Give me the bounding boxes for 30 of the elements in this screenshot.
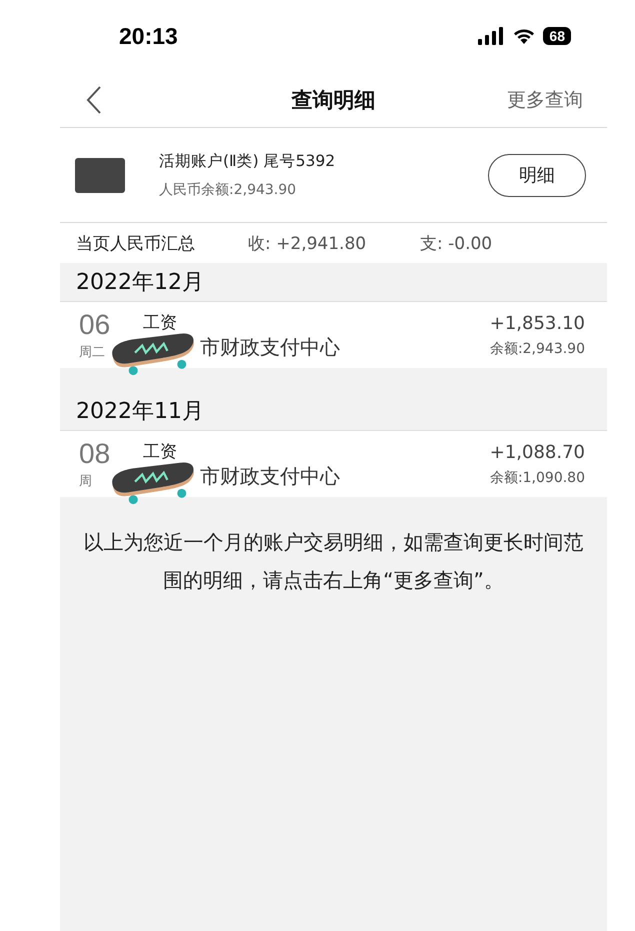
battery-icon: 68 <box>543 27 571 45</box>
transaction-payer: 市财政支付中心 <box>200 463 341 490</box>
income-total: 收: +2,941.80 <box>248 232 368 254</box>
expense-total: 支: -0.00 <box>420 232 492 254</box>
transaction-type: 工资 <box>143 441 178 463</box>
account-name: 活期账户(Ⅱ类) 尾号5392 <box>159 151 336 172</box>
account-balance: 人民币余额:2,943.90 <box>159 181 298 199</box>
transaction-row[interactable]: 08 周 工资 市财政支付中心 +1,088.70 余额:1,090.80 <box>60 431 607 497</box>
more-query-link[interactable]: 更多查询 <box>507 86 583 112</box>
transaction-day: 06 <box>79 310 143 340</box>
clock-time: 20:13 <box>119 22 178 50</box>
summary-label: 当页人民币汇总 <box>76 232 196 254</box>
detail-button[interactable]: 明细 <box>488 154 586 196</box>
transaction-type: 工资 <box>143 312 178 334</box>
info-note: 以上为您近一个月的账户交易明细，如需查询更长时间范围的明细，请点击右上角“更多查询”。 <box>82 529 584 594</box>
transaction-balance: 余额:2,943.90 <box>490 340 585 358</box>
bank-card-icon <box>75 158 125 192</box>
transaction-weekday: 周二 <box>79 344 106 360</box>
transaction-day: 08 <box>79 438 143 468</box>
back-icon <box>86 86 102 114</box>
signal-icon <box>477 27 506 45</box>
transaction-amount: +1,088.70 <box>490 442 585 462</box>
back-button[interactable] <box>86 86 102 114</box>
transaction-balance: 余额:1,090.80 <box>490 468 585 486</box>
wifi-icon <box>513 27 536 45</box>
page-title: 查询明细 <box>292 86 376 114</box>
transaction-weekday: 周 <box>79 472 93 490</box>
transaction-row[interactable]: 06 周二 工资 市财政支付中心 +1,853.10 余额:2,943.90 <box>60 302 607 368</box>
transaction-payer: 市财政支付中心 <box>200 334 341 361</box>
transaction-amount: +1,853.10 <box>490 312 585 334</box>
